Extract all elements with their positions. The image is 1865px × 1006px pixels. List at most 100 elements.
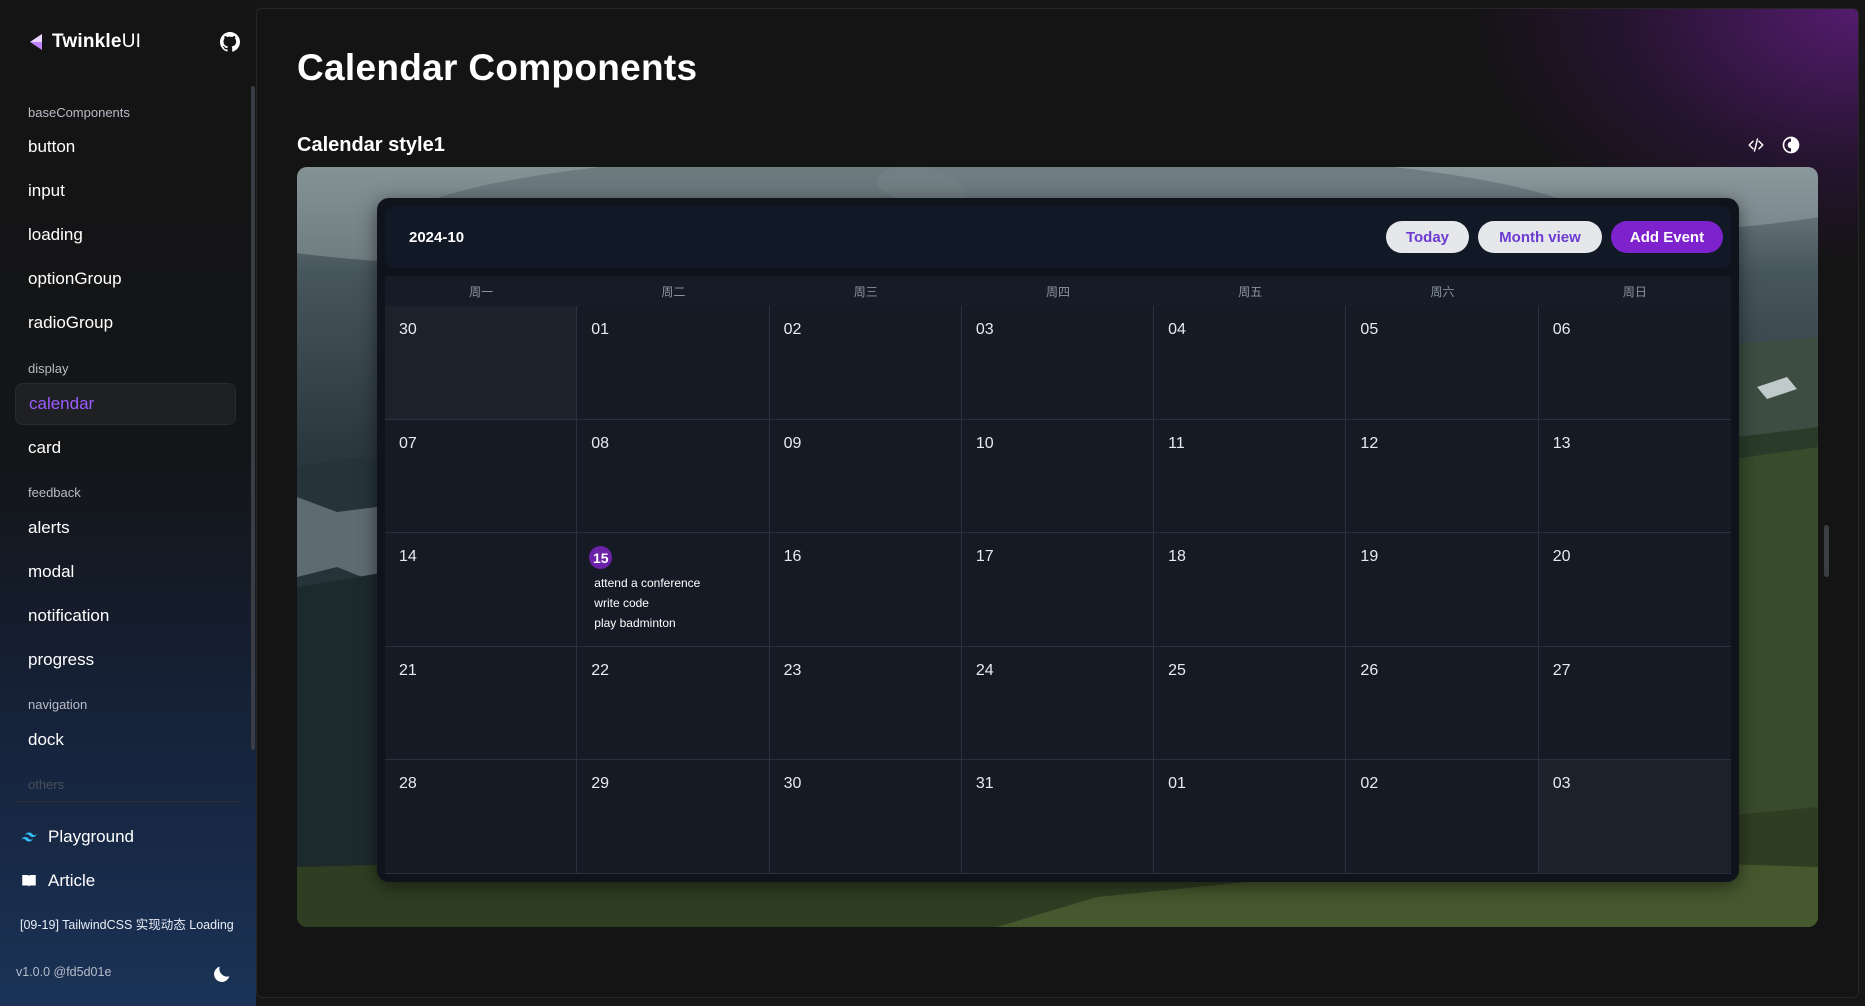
article-item[interactable]: [09-19] TailwindCSS 实现动态 Loading <box>20 914 234 933</box>
playground-link[interactable]: Playground <box>20 827 134 847</box>
calendar-day-cell[interactable]: 20 <box>1538 533 1731 647</box>
version-label: v1.0.0 @fd5d01e <box>16 965 112 979</box>
event-list: attend a conference write code play badm… <box>594 573 700 633</box>
sidebar-item-dock[interactable]: dock <box>15 719 236 761</box>
sidebar-item-radio-group[interactable]: radioGroup <box>15 302 236 344</box>
month-view-button[interactable]: Month view <box>1478 221 1602 253</box>
brand-name: Twinkle <box>52 31 122 52</box>
calendar-day-cell[interactable]: 24 <box>961 646 1155 761</box>
brand-logo-icon <box>30 34 42 50</box>
article-link[interactable]: Article <box>20 871 95 891</box>
nav-group-others: others <box>28 777 65 792</box>
sidebar-item-button[interactable]: button <box>15 126 236 168</box>
moon-icon[interactable] <box>211 963 233 985</box>
calendar-day-cell[interactable]: 19 <box>1346 533 1539 647</box>
sidebar-divider <box>15 801 241 802</box>
sidebar-scrollbar[interactable] <box>251 86 255 750</box>
today-button[interactable]: Today <box>1386 221 1469 253</box>
weekday-header-row: 周一 周二 周三 周四 周五 周六 周日 <box>385 276 1731 306</box>
calendar-day-cell[interactable]: 25 <box>1154 646 1347 761</box>
calendar-day-cell[interactable]: 09 <box>769 419 962 534</box>
event-item[interactable]: attend a conference <box>594 573 700 593</box>
calendar-day-cell[interactable]: 14 <box>385 533 578 647</box>
section-title: Calendar style1 <box>297 134 445 156</box>
calendar-day-cell[interactable]: 06 <box>1538 306 1731 420</box>
day-number: 14 <box>399 548 417 566</box>
calendar-day-cell[interactable]: 02 <box>769 306 962 420</box>
calendar-day-cell[interactable]: 11 <box>1154 419 1347 534</box>
sidebar-item-card[interactable]: card <box>15 427 236 469</box>
sidebar-item-calendar[interactable]: calendar <box>15 383 236 425</box>
tailwind-icon <box>21 832 37 842</box>
brand[interactable]: TwinkleUI <box>28 31 141 53</box>
calendar-day-cell[interactable]: 03 <box>1538 760 1731 874</box>
day-number: 29 <box>591 775 610 793</box>
calendar-day-cell[interactable]: 22 <box>577 646 770 761</box>
calendar-day-cell[interactable]: 30 <box>385 306 578 420</box>
event-item[interactable]: write code <box>594 593 700 613</box>
book-icon <box>22 875 36 887</box>
sidebar-item-modal[interactable]: modal <box>15 551 236 593</box>
day-number: 04 <box>1168 321 1186 338</box>
calendar-day-cell[interactable]: 18 <box>1154 533 1347 647</box>
day-number: 20 <box>1552 548 1571 566</box>
calendar-header: 2024-10 Today Month view Add Event <box>385 206 1731 268</box>
day-number: 22 <box>591 661 610 679</box>
calendar-day-cell-today[interactable]: 15 attend a conference write code play b… <box>577 533 770 647</box>
day-number: 30 <box>783 775 802 793</box>
sidebar-item-progress[interactable]: progress <box>15 639 236 681</box>
calendar-day-cell[interactable]: 23 <box>769 646 962 761</box>
weekday-label: 周二 <box>661 284 686 299</box>
day-number: 03 <box>1552 775 1571 793</box>
day-number: 07 <box>399 434 417 452</box>
weekday-label: 周四 <box>1045 284 1070 299</box>
sidebar-item-loading[interactable]: loading <box>15 214 236 256</box>
sidebar-item-alerts[interactable]: alerts <box>15 507 236 549</box>
day-number: 26 <box>1360 661 1379 679</box>
day-number: 28 <box>399 775 417 793</box>
calendar-day-cell[interactable]: 04 <box>1154 306 1347 420</box>
day-number: 30 <box>399 321 417 338</box>
add-event-button[interactable]: Add Event <box>1611 221 1723 253</box>
calendar-day-cell[interactable]: 01 <box>1154 760 1347 874</box>
calendar-day-cell[interactable]: 13 <box>1538 419 1731 534</box>
theme-toggle-icon[interactable] <box>1781 135 1801 155</box>
sidebar-item-notification[interactable]: notification <box>15 595 236 637</box>
weekday-label: 周三 <box>853 284 878 299</box>
brand-name-suffix: UI <box>121 31 142 52</box>
calendar-day-cell[interactable]: 07 <box>385 419 578 534</box>
calendar-day-cell[interactable]: 02 <box>1346 760 1539 874</box>
playground-label: Playground <box>48 827 135 846</box>
day-number: 01 <box>591 321 610 338</box>
event-item[interactable]: play badminton <box>594 613 700 633</box>
calendar-day-cell[interactable]: 03 <box>961 306 1155 420</box>
calendar-day-cell[interactable]: 30 <box>769 760 962 874</box>
weekday-label: 周六 <box>1430 284 1455 299</box>
calendar-day-cell[interactable]: 31 <box>961 760 1155 874</box>
nav-group-display: display <box>28 361 69 376</box>
calendar-day-cell[interactable]: 08 <box>577 419 770 534</box>
nav-group-feedback: feedback <box>28 485 81 500</box>
main-scrollbar[interactable] <box>1824 525 1829 577</box>
calendar-day-cell[interactable]: 21 <box>385 646 578 761</box>
day-number: 13 <box>1552 434 1571 452</box>
sidebar-item-input[interactable]: input <box>15 170 236 212</box>
weekday-label: 周一 <box>469 284 494 299</box>
day-number: 08 <box>591 434 610 452</box>
calendar-day-cell[interactable]: 17 <box>961 533 1155 647</box>
day-number: 02 <box>1360 775 1379 793</box>
calendar-day-cell[interactable]: 28 <box>385 760 578 874</box>
calendar-day-cell[interactable]: 29 <box>577 760 770 874</box>
nav-group-navigation: navigation <box>28 697 88 712</box>
github-icon[interactable] <box>218 30 242 54</box>
calendar-day-cell[interactable]: 05 <box>1346 306 1539 420</box>
calendar-day-cell[interactable]: 10 <box>961 419 1155 534</box>
calendar-day-cell[interactable]: 12 <box>1346 419 1539 534</box>
calendar-day-cell[interactable]: 01 <box>577 306 770 420</box>
calendar-day-cell[interactable]: 27 <box>1538 646 1731 761</box>
calendar-grid: 30 01 02 03 04 05 06 07 08 09 10 11 12 1… <box>385 306 1731 874</box>
code-icon[interactable] <box>1747 136 1765 154</box>
calendar-day-cell[interactable]: 16 <box>769 533 962 647</box>
calendar-day-cell[interactable]: 26 <box>1346 646 1539 761</box>
sidebar-item-option-group[interactable]: optionGroup <box>15 258 236 300</box>
